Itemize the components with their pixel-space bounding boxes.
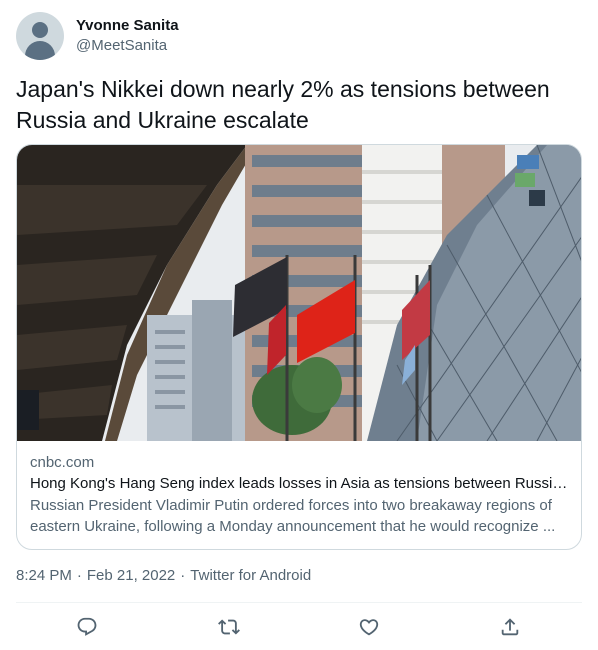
card-image xyxy=(17,145,581,441)
card-domain: cnbc.com xyxy=(30,454,95,471)
card-info: cnbc.com Hong Kong's Hang Seng index lea… xyxy=(17,441,581,537)
author-display-name[interactable]: Yvonne Sanita xyxy=(76,16,179,36)
share-icon[interactable] xyxy=(497,614,523,640)
card-description: Russian President Vladimir Putin ordered… xyxy=(30,497,556,535)
tweet-time[interactable]: 8:24 PM xyxy=(16,566,72,586)
heart-icon[interactable] xyxy=(356,614,382,640)
tweet-date[interactable]: Feb 21, 2022 xyxy=(87,566,175,586)
tweet-header: Yvonne Sanita @MeetSanita xyxy=(16,12,179,60)
tweet-text: Japan's Nikkei down nearly 2% as tension… xyxy=(16,76,550,133)
action-bar xyxy=(0,610,598,644)
tweet-meta: 8:24 PM · Feb 21, 2022 · Twitter for And… xyxy=(16,566,311,586)
tweet-source[interactable]: Twitter for Android xyxy=(190,566,311,586)
divider xyxy=(16,602,582,603)
meta-separator: · xyxy=(76,567,82,584)
reply-icon[interactable] xyxy=(74,614,100,640)
link-card[interactable]: cnbc.com Hong Kong's Hang Seng index lea… xyxy=(16,144,582,550)
tweet: Yvonne Sanita @MeetSanita Japan's Nikkei… xyxy=(0,0,598,650)
default-avatar-icon[interactable] xyxy=(16,12,64,60)
retweet-icon[interactable] xyxy=(216,614,242,640)
meta-separator: · xyxy=(180,567,186,584)
author-names: Yvonne Sanita @MeetSanita xyxy=(76,16,179,56)
card-title: Hong Kong's Hang Seng index leads losses… xyxy=(30,475,568,492)
author-handle[interactable]: @MeetSanita xyxy=(76,36,179,56)
